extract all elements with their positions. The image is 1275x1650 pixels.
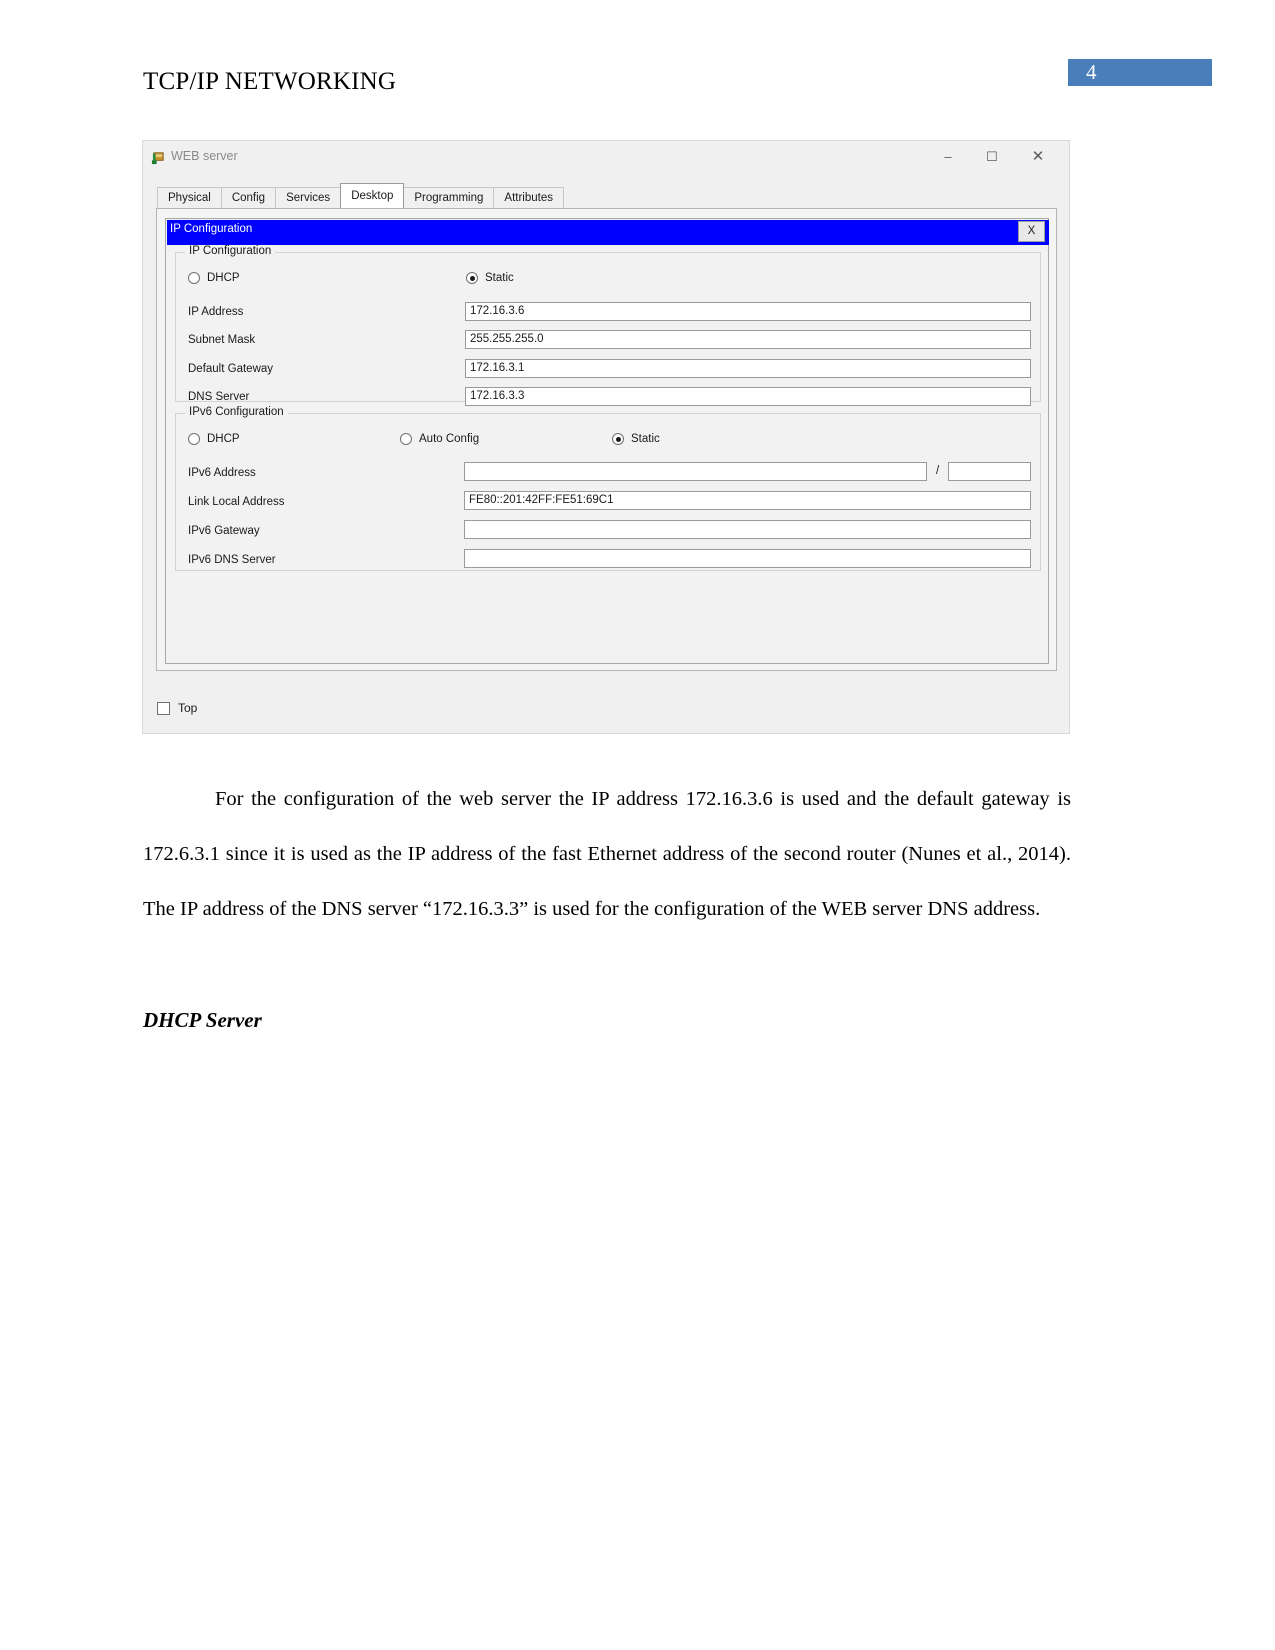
device-icon bbox=[151, 152, 164, 165]
label-dns-server: DNS Server bbox=[188, 391, 250, 403]
label-link-local-address: Link Local Address bbox=[188, 496, 285, 508]
ip-configuration-window: IP Configuration X IP Configuration DHCP… bbox=[165, 218, 1049, 664]
ipv4-configuration-group: IP Configuration DHCP Static IP Address … bbox=[175, 245, 1041, 406]
ipv6-group-legend: IPv6 Configuration bbox=[185, 406, 288, 418]
close-icon[interactable]: ✕ bbox=[1023, 146, 1053, 168]
section-heading: DHCP Server bbox=[143, 1008, 262, 1032]
label-ipv6-gateway: IPv6 Gateway bbox=[188, 525, 260, 537]
radio-ipv6-static-label: Static bbox=[631, 433, 660, 445]
radio-ipv4-static[interactable]: Static bbox=[466, 272, 514, 284]
input-ipv6-address[interactable] bbox=[464, 462, 927, 481]
tab-config[interactable]: Config bbox=[220, 187, 277, 208]
radio-dot-icon bbox=[612, 433, 624, 445]
desktop-panel: IP Configuration X IP Configuration DHCP… bbox=[156, 208, 1057, 671]
maximize-icon[interactable]: ☐ bbox=[977, 146, 1007, 168]
radio-ipv6-auto-config-label: Auto Config bbox=[419, 433, 480, 445]
paragraph-text: For the configuration of the web server … bbox=[143, 788, 1071, 920]
label-default-gateway: Default Gateway bbox=[188, 363, 274, 375]
radio-dot-icon bbox=[400, 433, 412, 445]
radio-dot-icon bbox=[188, 272, 200, 284]
input-dns-server[interactable]: 172.16.3.3 bbox=[465, 387, 1031, 406]
minimize-icon[interactable]: – bbox=[933, 146, 963, 168]
body-paragraph: For the configuration of the web server … bbox=[143, 772, 1071, 937]
tab-strip: Physical Config Services Desktop Program… bbox=[157, 183, 564, 208]
page-title: TCP/IP NETWORKING bbox=[143, 68, 397, 95]
ip-configuration-title: IP Configuration bbox=[170, 223, 253, 235]
ipv6-prefix-separator: / bbox=[936, 465, 940, 477]
radio-ipv4-static-label: Static bbox=[485, 272, 514, 284]
label-ipv6-dns-server: IPv6 DNS Server bbox=[188, 554, 276, 566]
radio-ipv6-dhcp[interactable]: DHCP bbox=[188, 433, 240, 445]
tab-desktop[interactable]: Desktop bbox=[340, 183, 405, 208]
tab-services[interactable]: Services bbox=[275, 187, 342, 208]
tab-attributes[interactable]: Attributes bbox=[493, 187, 564, 208]
window-title: WEB server bbox=[171, 149, 238, 163]
top-checkbox-label: Top bbox=[178, 701, 198, 715]
radio-ipv6-dhcp-label: DHCP bbox=[207, 433, 240, 445]
label-ip-address: IP Address bbox=[188, 306, 244, 318]
label-ipv6-address: IPv6 Address bbox=[188, 467, 256, 479]
tab-programming[interactable]: Programming bbox=[403, 187, 495, 208]
window-titlebar: WEB server – ☐ ✕ bbox=[143, 141, 1069, 175]
radio-ipv4-dhcp-label: DHCP bbox=[207, 272, 240, 284]
input-ipv6-gateway[interactable] bbox=[464, 520, 1031, 539]
ipv6-configuration-group: IPv6 Configuration DHCP Auto Config Stat… bbox=[175, 406, 1041, 571]
input-ipv6-prefix[interactable] bbox=[948, 462, 1031, 481]
ip-configuration-titlebar bbox=[167, 220, 1049, 245]
radio-ipv6-static[interactable]: Static bbox=[612, 433, 660, 445]
ip-configuration-close-button[interactable]: X bbox=[1018, 221, 1045, 242]
radio-dot-icon bbox=[188, 433, 200, 445]
input-subnet-mask[interactable]: 255.255.255.0 bbox=[465, 330, 1031, 349]
tab-physical[interactable]: Physical bbox=[157, 187, 222, 208]
radio-dot-icon bbox=[466, 272, 478, 284]
input-default-gateway[interactable]: 172.16.3.1 bbox=[465, 359, 1031, 378]
ipv4-group-legend: IP Configuration bbox=[185, 245, 276, 257]
checkbox-icon[interactable] bbox=[157, 701, 170, 715]
radio-ipv6-auto-config[interactable]: Auto Config bbox=[400, 433, 479, 445]
packet-tracer-window: WEB server – ☐ ✕ Physical Config Service… bbox=[142, 140, 1070, 734]
radio-ipv4-dhcp[interactable]: DHCP bbox=[188, 272, 240, 284]
page-number-badge: 4 bbox=[1068, 59, 1212, 86]
input-ip-address[interactable]: 172.16.3.6 bbox=[465, 302, 1031, 321]
input-ipv6-dns-server[interactable] bbox=[464, 549, 1031, 568]
input-link-local-address[interactable]: FE80::201:42FF:FE51:69C1 bbox=[464, 491, 1031, 510]
top-checkbox-row[interactable]: Top bbox=[157, 701, 197, 715]
document-header: TCP/IP NETWORKING 4 bbox=[0, 0, 1275, 120]
label-subnet-mask: Subnet Mask bbox=[188, 334, 256, 346]
